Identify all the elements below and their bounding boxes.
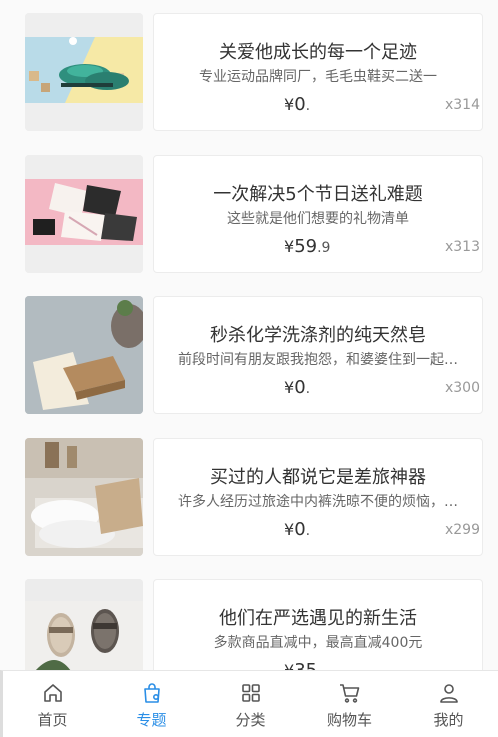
tab-cart[interactable]: 购物车 (300, 671, 399, 737)
kids-sneakers-photo[interactable] (25, 13, 143, 131)
price-decimal: .9 (317, 240, 331, 256)
topic-title: 买过的人都说它是差旅神器 (210, 467, 426, 488)
topic-price: ¥0. (284, 94, 310, 115)
topic-subtitle: 前段时间有朋友跟我抱怨，和婆婆住到一起… (178, 352, 458, 368)
topic-card[interactable]: 关爱他成长的每一个足迹 专业运动品牌同厂，毛毛虫鞋买二送一 ¥0. x314 (153, 13, 483, 131)
price-integer: 0 (294, 377, 306, 398)
price-decimal: . (305, 381, 311, 397)
topic-card[interactable]: 秒杀化学洗涤剂的纯天然皂 前段时间有朋友跟我抱怨，和婆婆住到一起… ¥0. x3… (153, 296, 483, 414)
tab-label: 专题 (136, 711, 167, 729)
topic-subtitle: 多款商品直减中，最高直减400元 (213, 635, 423, 651)
topic-card[interactable]: 他们在严选遇见的新生活 多款商品直减中，最高直减400元 ¥35 (153, 579, 483, 670)
app-root: 关爱他成长的每一个足迹 专业运动品牌同厂，毛毛虫鞋买二送一 ¥0. x314 一… (0, 0, 498, 737)
topic-item[interactable]: 一次解决5个节日送礼难题 这些就是他们想要的礼物清单 ¥59.9 x313 (25, 155, 483, 275)
topic-count: x299 (444, 522, 480, 538)
tab-label: 分类 (235, 711, 266, 729)
price-decimal: . (305, 98, 311, 114)
topic-subtitle: 许多人经历过旅途中内裤洗晾不便的烦恼，… (178, 494, 458, 510)
cart-icon (338, 681, 362, 705)
tab-label: 首页 (37, 711, 68, 729)
topic-title: 他们在严选遇见的新生活 (219, 608, 417, 629)
slippers-photo[interactable] (25, 579, 143, 670)
currency-symbol: ¥ (284, 95, 295, 114)
topic-title: 关爱他成长的每一个足迹 (219, 42, 417, 63)
topic-subtitle: 专业运动品牌同厂，毛毛虫鞋买二送一 (199, 69, 437, 85)
category-grid-icon (239, 681, 263, 705)
topic-item[interactable]: 关爱他成长的每一个足迹 专业运动品牌同厂，毛毛虫鞋买二送一 ¥0. x314 (25, 13, 483, 133)
topic-price: ¥59.9 (284, 236, 330, 257)
tab-mine[interactable]: 我的 (399, 671, 498, 737)
topic-price: ¥35 (284, 660, 317, 670)
topic-subtitle: 这些就是他们想要的礼物清单 (227, 211, 409, 227)
topic-list: 关爱他成长的每一个足迹 专业运动品牌同厂，毛毛虫鞋买二送一 ¥0. x314 一… (0, 0, 498, 670)
topic-price: ¥0. (284, 377, 310, 398)
tab-category[interactable]: 分类 (201, 671, 300, 737)
currency-symbol: ¥ (284, 661, 294, 670)
topic-price: ¥0. (284, 519, 310, 540)
gift-boxes-photo[interactable] (25, 155, 143, 273)
tab-topics[interactable]: 专题 (102, 671, 201, 737)
currency-symbol: ¥ (284, 237, 295, 256)
tab-home[interactable]: 首页 (3, 671, 102, 737)
currency-symbol: ¥ (284, 378, 295, 397)
topic-count: x314 (444, 97, 480, 113)
bottom-tab-bar: 首页 专题 分类 购物车 我的 (0, 670, 498, 737)
home-icon (41, 681, 65, 705)
topic-title: 秒杀化学洗涤剂的纯天然皂 (210, 325, 426, 346)
price-integer: 35 (294, 660, 317, 670)
price-integer: 0 (294, 94, 306, 115)
topic-card[interactable]: 一次解决5个节日送礼难题 这些就是他们想要的礼物清单 ¥59.9 x313 (153, 155, 483, 273)
travel-towels-photo[interactable] (25, 438, 143, 556)
topic-item[interactable]: 买过的人都说它是差旅神器 许多人经历过旅途中内裤洗晾不便的烦恼，… ¥0. x2… (25, 438, 483, 558)
topic-count: x300 (444, 380, 480, 396)
topic-count: x313 (444, 239, 480, 255)
tab-label: 购物车 (326, 711, 372, 729)
topic-item[interactable]: 他们在严选遇见的新生活 多款商品直减中，最高直减400元 ¥35 (25, 579, 483, 670)
natural-soap-photo[interactable] (25, 296, 143, 414)
user-icon (437, 681, 461, 705)
topic-card[interactable]: 买过的人都说它是差旅神器 许多人经历过旅途中内裤洗晾不便的烦恼，… ¥0. x2… (153, 438, 483, 556)
price-integer: 59 (294, 236, 318, 257)
price-integer: 0 (294, 519, 306, 540)
topic-bag-icon (140, 681, 164, 705)
currency-symbol: ¥ (284, 520, 295, 539)
tab-label: 我的 (433, 711, 464, 729)
topic-title: 一次解决5个节日送礼难题 (213, 184, 423, 205)
price-decimal: . (305, 523, 311, 539)
topic-item[interactable]: 秒杀化学洗涤剂的纯天然皂 前段时间有朋友跟我抱怨，和婆婆住到一起… ¥0. x3… (25, 296, 483, 416)
